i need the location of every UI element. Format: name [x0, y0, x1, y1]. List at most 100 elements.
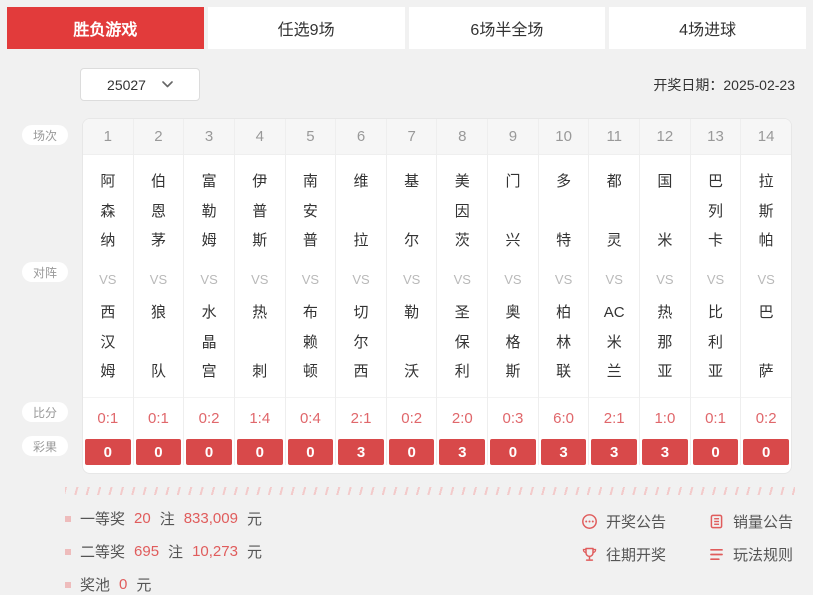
- prize-row: 奖池 0 元: [65, 574, 581, 595]
- away-team: 奥格斯: [505, 304, 520, 380]
- away-team: 热那亚: [657, 304, 672, 380]
- home-team: 美因茨: [455, 173, 470, 249]
- team-char: 顿: [302, 363, 318, 380]
- tab-shengfu[interactable]: 胜负游戏: [7, 7, 204, 49]
- match-score: 1:0: [640, 397, 690, 439]
- team-char: 兴: [505, 232, 521, 249]
- bullet-icon: [65, 515, 71, 522]
- team-char: 布: [302, 304, 318, 321]
- match-score: 0:1: [83, 397, 133, 439]
- team-char: 斯: [505, 363, 521, 380]
- home-team: 门兴: [505, 173, 520, 249]
- team-char: 赖: [302, 333, 318, 351]
- team-char: 伯: [150, 173, 166, 190]
- list-lines-icon: [710, 548, 723, 561]
- team-char: 沃: [404, 363, 420, 380]
- prize-count: 20: [134, 510, 151, 527]
- match-column: 6 维拉 VS 切尔西 2:1 3: [335, 119, 386, 465]
- team-char: 多: [556, 173, 572, 190]
- match-result: 3: [642, 439, 688, 465]
- team-char: 刺: [252, 363, 268, 380]
- link-trophy[interactable]: 往期开奖: [581, 544, 666, 565]
- team-char: 帕: [758, 232, 774, 249]
- prize-amount: 833,009: [183, 510, 238, 527]
- team-char: 森: [100, 202, 116, 220]
- home-team: 国米: [657, 173, 672, 249]
- match-number: 10: [538, 119, 589, 155]
- link-list-lines[interactable]: 玩法规则: [708, 544, 793, 565]
- match-score: 2:0: [437, 397, 488, 439]
- match-result: 3: [540, 439, 587, 465]
- team-char: 萨: [758, 363, 774, 380]
- team-char: 比: [708, 304, 724, 321]
- prize-unit: 注: [159, 511, 175, 528]
- team-char: 巴: [708, 173, 724, 190]
- match-result: 0: [287, 439, 334, 465]
- match-score: 0:1: [690, 397, 741, 439]
- match-result: 0: [692, 439, 739, 465]
- team-char: 茨: [454, 232, 470, 249]
- match-number: 1: [83, 119, 133, 155]
- home-team-cell: 阿森纳: [83, 155, 133, 267]
- team-char: 狼: [150, 304, 166, 321]
- match-number: 3: [184, 119, 234, 155]
- tab-renxuan9[interactable]: 任选9场: [207, 7, 405, 49]
- home-team: 南安普: [303, 173, 318, 249]
- link-ellipsis-bubble[interactable]: 开奖公告: [581, 511, 666, 532]
- away-team: 切尔西: [354, 304, 369, 380]
- prize-label: 一等奖: [80, 511, 126, 528]
- home-team: 基尔: [404, 173, 419, 249]
- team-char: 队: [150, 363, 166, 380]
- team-char: 亚: [708, 363, 724, 380]
- match-score: 0:4: [285, 397, 336, 439]
- link-document[interactable]: 销量公告: [708, 511, 793, 532]
- match-result: 0: [388, 439, 435, 465]
- bullet-icon: [65, 548, 71, 555]
- home-team: 伯恩茅: [151, 173, 166, 249]
- prize-unit: 元: [246, 511, 262, 528]
- team-char: 门: [505, 173, 521, 190]
- issue-select[interactable]: 25027: [80, 68, 200, 101]
- home-team-cell: 美因茨: [437, 155, 487, 267]
- vs-label: VS: [99, 272, 117, 287]
- document-icon: [710, 514, 723, 529]
- match-column: 5 南安普 VS 布赖顿 0:4 0: [284, 119, 336, 465]
- home-team-cell: 拉斯帕: [741, 155, 791, 267]
- home-team-cell: 巴列卡: [691, 155, 741, 267]
- team-char: 斯: [252, 232, 268, 249]
- team-char: 拉: [758, 173, 774, 190]
- home-team: 都灵: [607, 173, 622, 249]
- ellipsis-bubble-icon: [582, 514, 597, 529]
- tab-jinqiu4[interactable]: 4场进球: [609, 7, 806, 49]
- home-team-cell: 伯恩茅: [134, 155, 184, 267]
- row-label-result: 彩果: [22, 436, 68, 456]
- team-char: 晶: [201, 333, 217, 351]
- row-label-session: 场次: [22, 125, 68, 145]
- team-char: 奥: [505, 304, 521, 321]
- link-label: 往期开奖: [605, 547, 666, 564]
- away-team: 布赖顿: [303, 304, 318, 380]
- team-char: 米: [657, 232, 673, 249]
- team-char: 尔: [353, 333, 369, 351]
- home-team-cell: 都灵: [589, 155, 639, 267]
- team-char: 汉: [100, 333, 116, 351]
- tab-banquan6[interactable]: 6场半全场: [408, 7, 606, 49]
- vs-label: VS: [757, 272, 775, 287]
- away-team-cell: 切尔西: [336, 292, 386, 397]
- match-number: 7: [386, 119, 437, 155]
- match-result: 3: [338, 439, 384, 465]
- prize-amount: 10,273: [192, 543, 238, 560]
- team-char: 切: [353, 304, 369, 321]
- match-result: 3: [591, 439, 638, 465]
- prize-unit: 元: [136, 577, 152, 594]
- team-char: 国: [657, 173, 673, 190]
- link-label: 销量公告: [732, 514, 793, 531]
- vs-label: VS: [706, 272, 725, 287]
- bullet-icon: [65, 581, 71, 588]
- bottom-summary: 一等奖 20 注 833,009 元二等奖 695 注 10,273 元奖池 0 元 开奖公告 销量公…: [65, 508, 793, 595]
- match-column: 3 富勒姆 VS 水晶宫 0:2 0: [183, 119, 234, 465]
- result-table: 1 阿森纳 VS 西汉姆 0:1 0 2 伯恩茅 VS 狼队 0:1 0 3 富勒姆 VS 水晶宫 0:2 0 4 伊…: [82, 118, 792, 474]
- team-char: 林: [556, 333, 572, 351]
- home-team-cell: 富勒姆: [184, 155, 234, 267]
- team-char: 圣: [454, 304, 470, 321]
